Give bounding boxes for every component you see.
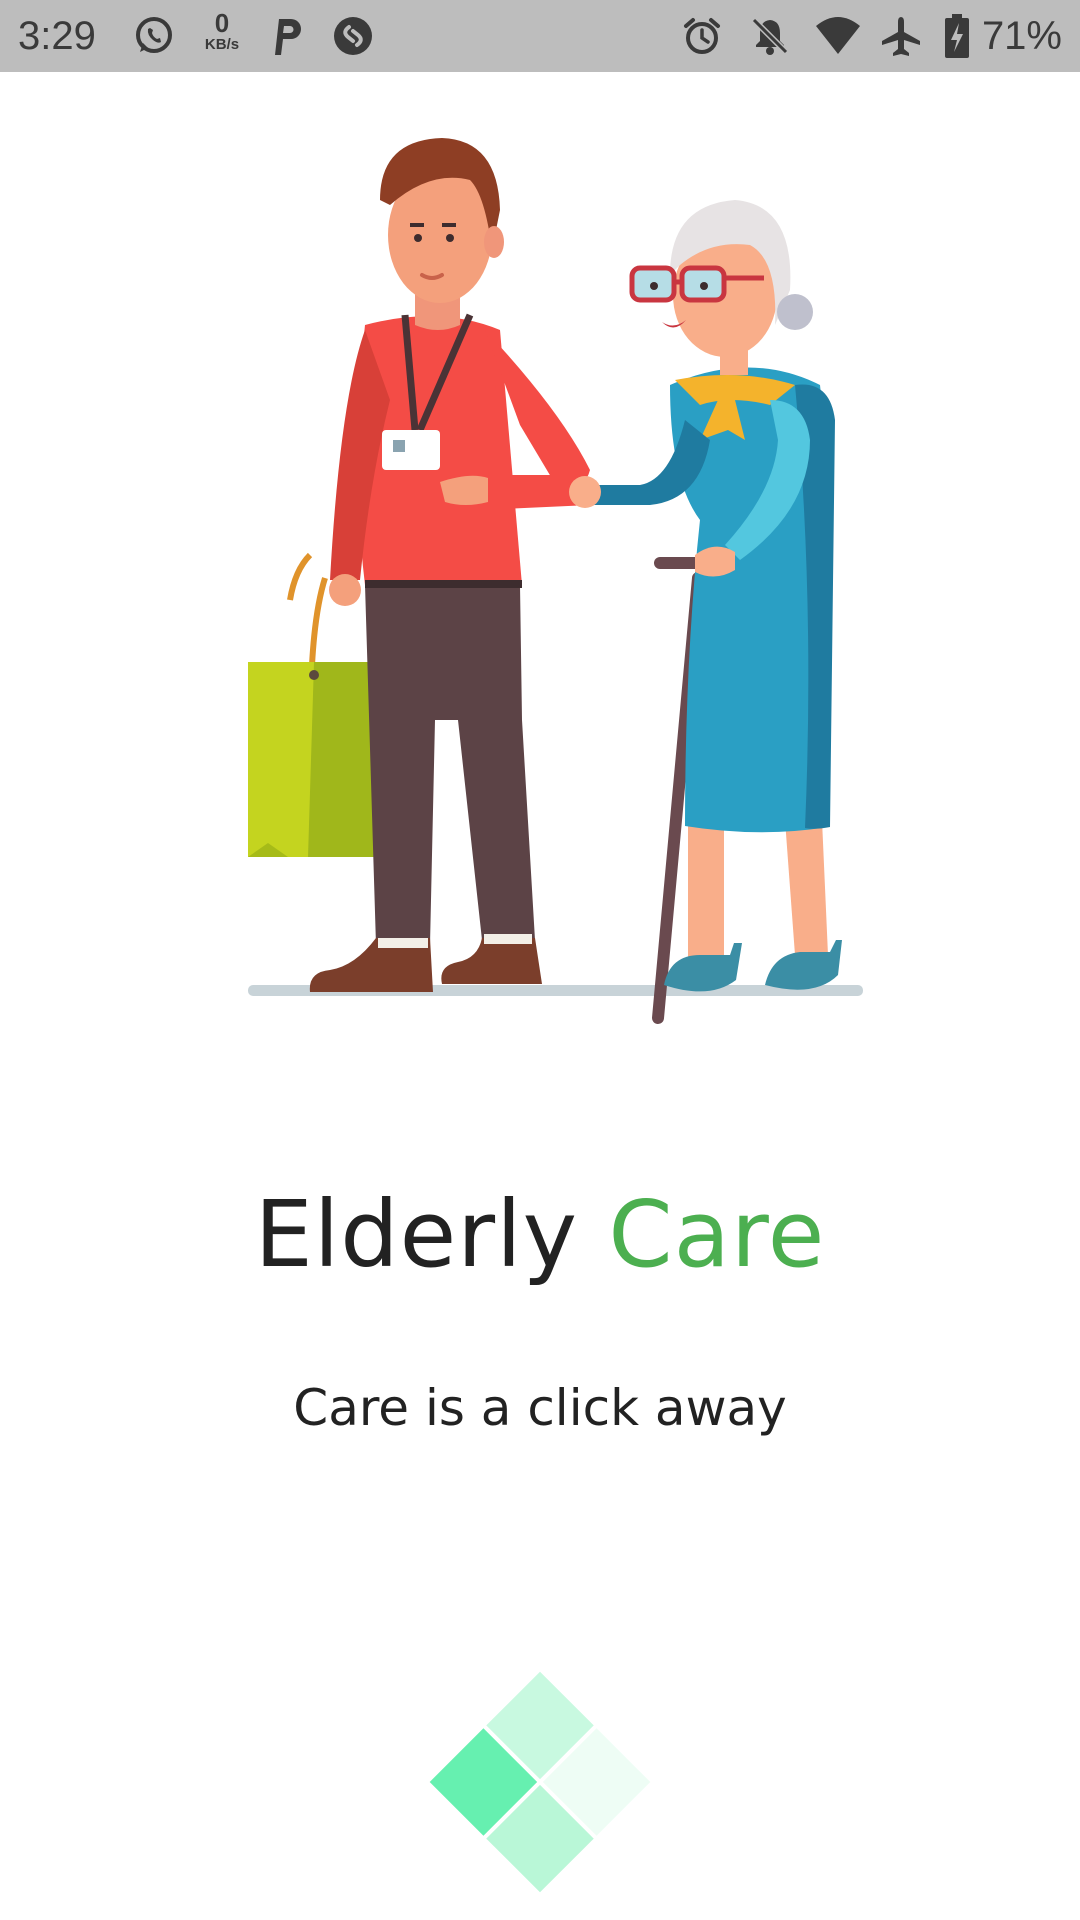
network-speed: 0 KB/s [196, 10, 248, 54]
wifi-icon [814, 0, 862, 72]
network-speed-value: 0 [214, 8, 230, 38]
shazam-icon [330, 0, 376, 72]
airplane-mode-icon [878, 0, 924, 72]
status-time: 3:29 [18, 14, 96, 58]
loading-indicator-icon [429, 1671, 651, 1893]
battery-percent: 71% [981, 14, 1062, 58]
elderly-woman [569, 200, 842, 1024]
network-speed-unit: KB/s [204, 36, 240, 53]
app-title-part-elderly: Elderly [254, 1181, 609, 1288]
notifications-off-icon [748, 0, 792, 72]
status-bar: 3:29 0 KB/s 71% [0, 0, 1080, 72]
app-tagline: Care is a click away [293, 1379, 787, 1437]
battery-charging-icon [942, 0, 972, 72]
alarm-icon [680, 0, 724, 72]
caregiver-man [309, 138, 594, 992]
whatsapp-icon [132, 0, 176, 72]
app-title-part-care: Care [608, 1181, 826, 1288]
parking-icon [266, 0, 310, 72]
caregiver-illustration [248, 138, 863, 1024]
app-title: Elderly Care [0, 1180, 1080, 1290]
